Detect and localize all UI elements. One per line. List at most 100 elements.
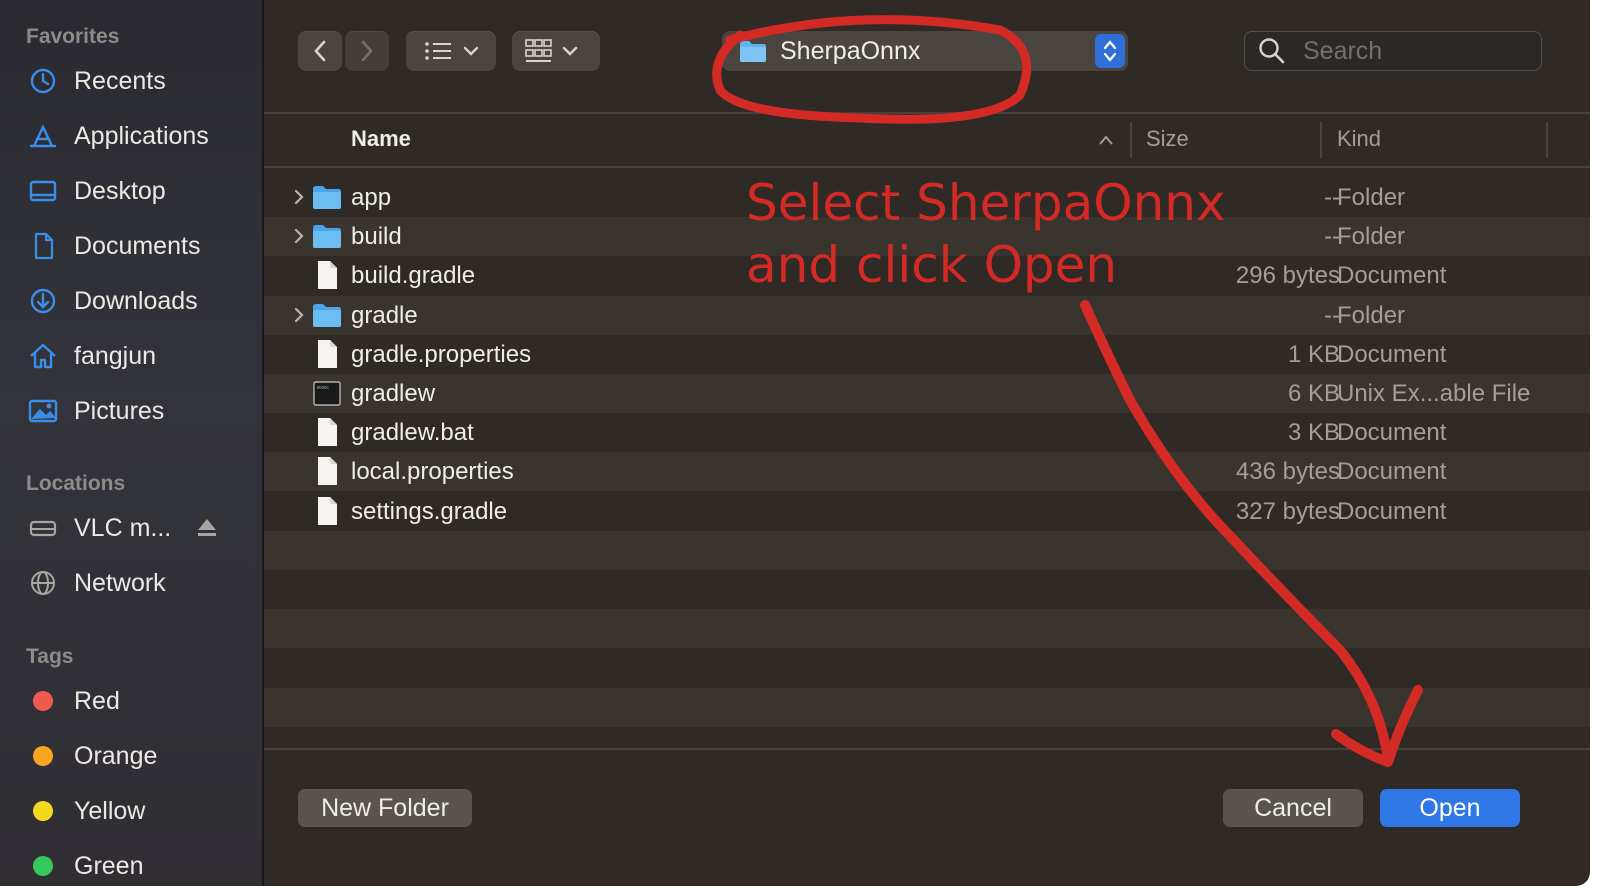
main-pane: SherpaOnnx Name Size Kind app--Folderbui… — [264, 0, 1590, 886]
new-folder-button[interactable]: New Folder — [298, 789, 472, 827]
search-icon — [1259, 38, 1285, 64]
tag-yellow-icon — [26, 794, 60, 828]
favorites-heading: Favorites — [26, 25, 120, 48]
folder-icon — [313, 303, 341, 327]
file-kind: Document — [1337, 458, 1447, 486]
locations-heading: Locations — [26, 472, 126, 495]
sidebar-item-desktop[interactable]: Desktop — [26, 171, 166, 211]
sidebar-item-label: Orange — [74, 741, 158, 770]
tag-dot — [33, 691, 53, 711]
disk-icon — [26, 511, 60, 545]
column-divider[interactable] — [1320, 122, 1322, 158]
folder-icon — [740, 41, 766, 62]
file-row[interactable]: settings.gradle 327 bytes Document — [264, 492, 1590, 531]
file-row[interactable]: gradlew.bat 3 KB Document — [264, 413, 1590, 452]
document-icon — [26, 229, 60, 263]
tag-red-icon — [26, 684, 60, 718]
sidebar-item-pictures[interactable]: Pictures — [26, 391, 164, 431]
file-row[interactable]: gradle.properties 1 KB Document — [264, 335, 1590, 374]
file-size: 6 KB — [1287, 380, 1340, 407]
document-icon — [318, 418, 337, 447]
sidebar-item-downloads[interactable]: Downloads — [26, 281, 198, 321]
sidebar-tag-orange[interactable]: Orange — [26, 736, 157, 776]
empty-row — [264, 727, 1590, 766]
document-icon — [318, 496, 337, 525]
sidebar-item-vlc[interactable]: VLC m... — [26, 508, 171, 548]
sidebar-item-label: Desktop — [74, 176, 166, 205]
current-folder-label: SherpaOnnx — [780, 36, 921, 65]
annotation-line-1: Select SherpaOnnx — [746, 174, 1226, 232]
tag-orange-icon — [26, 739, 60, 773]
file-name: gradle — [351, 301, 418, 329]
tag-dot — [33, 856, 53, 876]
grid-view-icon — [525, 39, 578, 62]
empty-row — [264, 609, 1590, 649]
tag-green-icon — [26, 849, 60, 883]
applications-icon — [26, 119, 60, 153]
svg-text:exec: exec — [317, 385, 329, 391]
empty-row — [264, 570, 1590, 609]
sidebar-item-applications[interactable]: Applications — [26, 116, 209, 156]
sidebar-tag-red[interactable]: Red — [26, 681, 120, 721]
column-size[interactable]: Size — [1146, 126, 1189, 152]
file-size: 296 bytes — [1235, 262, 1340, 290]
column-divider[interactable] — [1546, 122, 1548, 158]
view-options-button[interactable] — [406, 31, 496, 71]
cancel-button[interactable]: Cancel — [1223, 789, 1363, 827]
file-size: 327 bytes — [1235, 497, 1340, 525]
file-kind: Folder — [1337, 184, 1406, 211]
file-kind: Unix Ex...able File — [1337, 380, 1531, 407]
sidebar-item-label: Network — [74, 568, 166, 597]
toolbar: SherpaOnnx — [264, 0, 1590, 114]
disclosure-chevron-icon[interactable] — [292, 306, 306, 324]
annotation-text: Select SherpaOnnx and click Open — [746, 172, 1226, 296]
column-kind[interactable]: Kind — [1337, 126, 1381, 152]
disclosure-chevron-icon[interactable] — [292, 227, 306, 245]
sidebar-tag-green[interactable]: Green — [26, 846, 143, 886]
file-row[interactable]: local.properties 436 bytes Document — [264, 452, 1590, 492]
sidebar-item-label: VLC m... — [74, 513, 172, 542]
forward-button[interactable] — [345, 31, 389, 71]
folder-location-popup[interactable]: SherpaOnnx — [722, 31, 1128, 71]
desktop-icon — [26, 174, 60, 208]
file-kind: Document — [1337, 497, 1447, 525]
file-name: app — [351, 184, 392, 211]
open-button[interactable]: Open — [1380, 789, 1520, 827]
eject-icon[interactable] — [196, 516, 218, 540]
file-size: 1 KB — [1287, 340, 1340, 368]
file-kind: Document — [1337, 419, 1447, 447]
folder-icon — [313, 186, 341, 209]
document-icon — [318, 339, 337, 368]
chevron-left-icon — [314, 40, 326, 62]
sidebar-item-network[interactable]: Network — [26, 563, 166, 603]
open-file-dialog: Favorites Recents Applications Desktop D… — [0, 0, 1590, 886]
file-name: gradle.properties — [351, 340, 532, 368]
column-name[interactable]: Name — [351, 126, 411, 152]
sidebar-item-recents[interactable]: Recents — [26, 61, 166, 101]
sidebar-item-label: Documents — [74, 231, 201, 260]
group-options-button[interactable] — [512, 31, 600, 71]
chevron-right-icon — [361, 40, 373, 62]
search-input[interactable] — [1301, 35, 1535, 67]
sidebar-item-fangjun[interactable]: fangjun — [26, 336, 156, 376]
divider — [264, 748, 1590, 750]
disclosure-chevron-icon[interactable] — [292, 188, 306, 206]
sidebar-item-documents[interactable]: Documents — [26, 226, 200, 266]
search-field[interactable] — [1244, 31, 1542, 71]
terminal-icon: exec — [313, 381, 341, 406]
sidebar-item-label: Green — [74, 851, 144, 880]
column-divider[interactable] — [1130, 122, 1132, 158]
up-down-stepper-icon — [1095, 34, 1125, 68]
file-size: 3 KB — [1287, 419, 1340, 447]
document-icon — [318, 261, 337, 290]
document-icon — [318, 457, 337, 486]
sidebar-tag-yellow[interactable]: Yellow — [26, 791, 145, 831]
sidebar: Favorites Recents Applications Desktop D… — [0, 0, 264, 886]
file-kind: Folder — [1337, 223, 1406, 251]
sidebar-item-label: Downloads — [74, 286, 198, 315]
back-button[interactable] — [298, 31, 342, 71]
file-row[interactable]: exec gradlew 6 KB Unix Ex...able File — [264, 374, 1590, 413]
empty-row — [264, 530, 1590, 570]
sidebar-item-label: fangjun — [74, 341, 157, 370]
file-row[interactable]: gradle -- Folder — [264, 295, 1590, 335]
